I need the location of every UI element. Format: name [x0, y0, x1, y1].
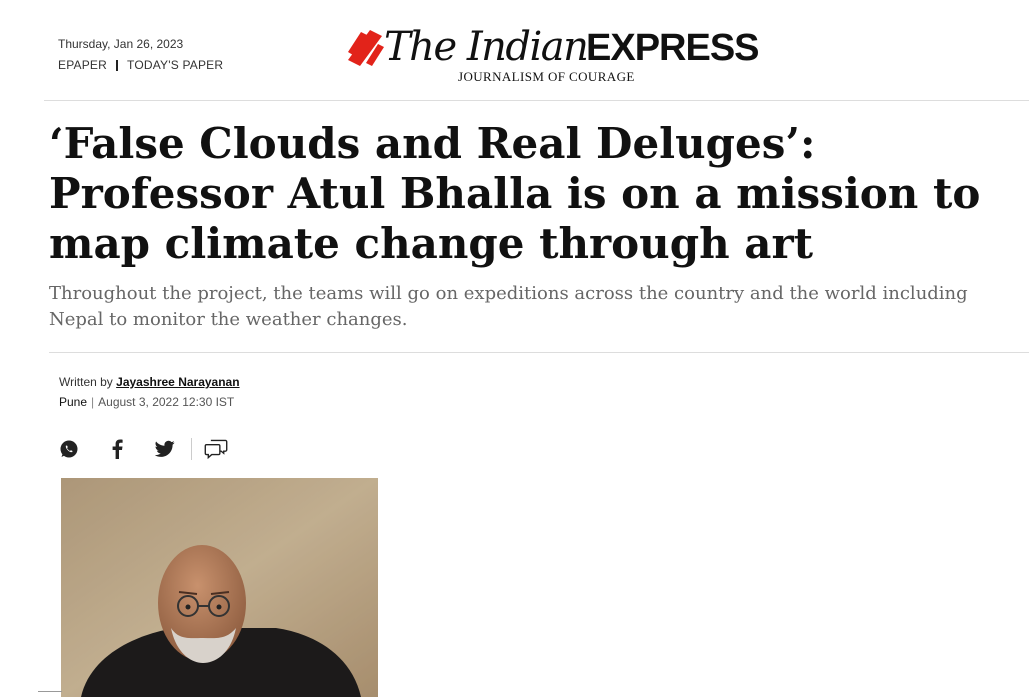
header-divider	[44, 100, 1029, 101]
logo-tagline: JOURNALISM OF COURAGE	[458, 69, 635, 84]
whatsapp-icon[interactable]	[57, 437, 81, 461]
logo-text-express: EXPRESS	[586, 27, 760, 69]
site-logo[interactable]: The Indian EXPRESS JOURNALISM OF COURAGE	[348, 24, 760, 86]
current-date: Thursday, Jan 26, 2023	[58, 37, 184, 51]
subhead-divider	[49, 352, 1029, 353]
facebook-icon[interactable]	[105, 437, 129, 461]
portrait-photo	[61, 478, 378, 697]
share-divider	[191, 438, 192, 460]
article-lead-image	[61, 478, 378, 697]
link-divider	[116, 59, 118, 71]
twitter-icon[interactable]	[153, 437, 177, 461]
comments-icon[interactable]	[204, 437, 228, 461]
dateline-separator: |	[91, 395, 95, 409]
epaper-link[interactable]: EPAPER	[58, 58, 107, 72]
article-headline: ‘False Clouds and Real Deluges’: Profess…	[49, 119, 981, 268]
dateline-city: Pune	[59, 395, 88, 409]
todays-paper-link[interactable]: TODAY'S PAPER	[127, 58, 223, 72]
site-header: Thursday, Jan 26, 2023 EPAPER TODAY'S PA…	[0, 0, 1029, 100]
logo-mark-icon	[348, 30, 384, 66]
byline-prefix: Written by	[59, 375, 113, 389]
share-bar	[57, 435, 252, 463]
page-edge-rule	[38, 691, 62, 692]
dateline: Pune | August 3, 2022 12:30 IST	[59, 395, 234, 409]
header-links: EPAPER TODAY'S PAPER	[58, 58, 223, 72]
publish-date: August 3, 2022 12:30 IST	[98, 395, 235, 409]
byline: Written by Jayashree Narayanan	[59, 375, 240, 389]
logo-text-the-indian: The Indian	[384, 24, 589, 70]
author-link[interactable]: Jayashree Narayanan	[116, 375, 239, 389]
article-subhead: Throughout the project, the teams will g…	[49, 283, 968, 330]
